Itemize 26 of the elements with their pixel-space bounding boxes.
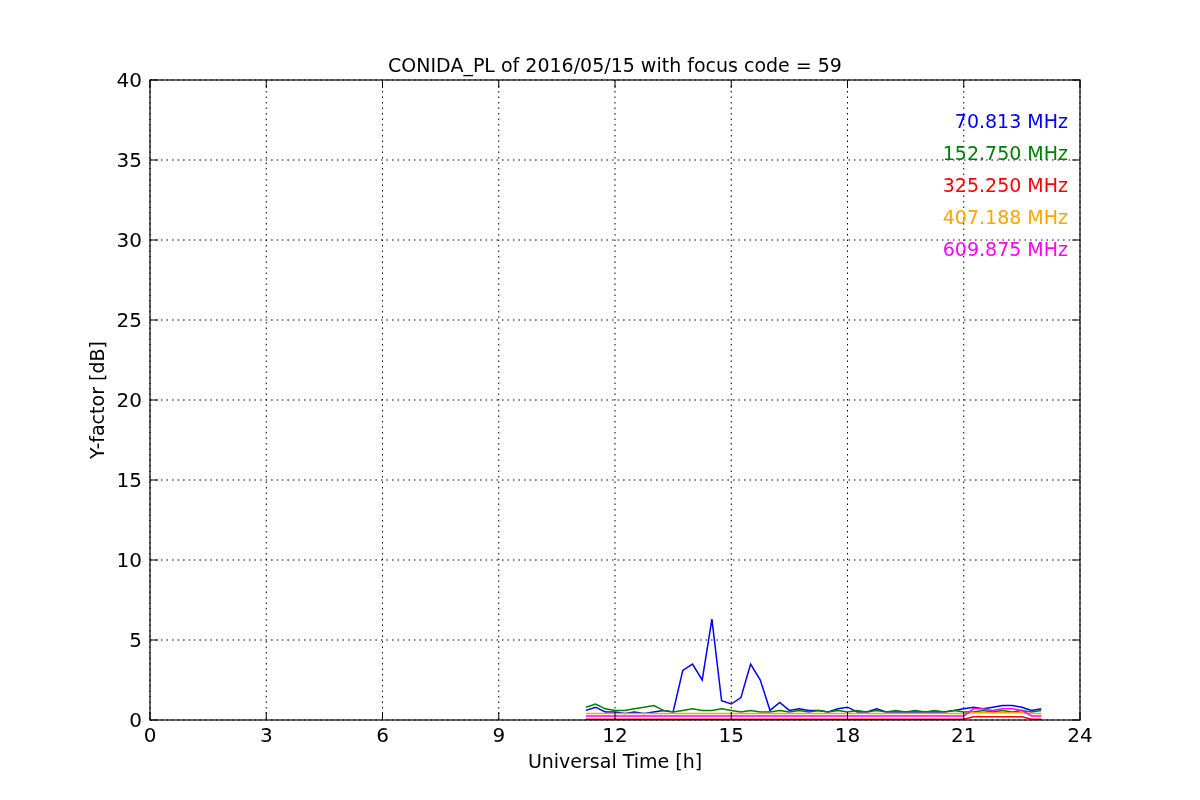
axis-title: Y-factor [dB] — [86, 341, 108, 459]
tick-label: 21 — [951, 723, 977, 747]
chart-title: CONIDA_PL of 2016/05/15 with focus code = 59 — [388, 54, 842, 76]
tick-label: 18 — [834, 723, 861, 747]
legend-label: 70.813 MHz — [954, 110, 1068, 132]
legend-label: 407.188 MHz — [942, 206, 1068, 228]
tick-label: 15 — [718, 723, 744, 747]
tick-label: 5 — [129, 628, 142, 652]
tick-label: 0 — [143, 723, 157, 747]
tick-label: 25 — [116, 308, 142, 332]
tick-label: 6 — [376, 723, 389, 747]
legend-label: 152.750 MHz — [942, 142, 1068, 164]
tick-label: 15 — [116, 468, 142, 492]
tick-label: 20 — [116, 388, 142, 412]
legend-label: 325.250 MHz — [942, 174, 1068, 196]
tick-label: 9 — [492, 723, 506, 747]
tick-label: 12 — [602, 723, 628, 747]
tick-label: 3 — [259, 723, 273, 747]
axis-title: Universal Time [h] — [527, 750, 703, 772]
tick-label: 35 — [116, 148, 142, 172]
tick-label: 24 — [1067, 723, 1093, 747]
legend-label: 609.875 MHz — [942, 238, 1068, 260]
tick-label: 40 — [116, 68, 142, 92]
tick-label: 30 — [116, 228, 142, 252]
tick-label: 0 — [129, 708, 142, 732]
tick-label: 10 — [116, 548, 142, 572]
